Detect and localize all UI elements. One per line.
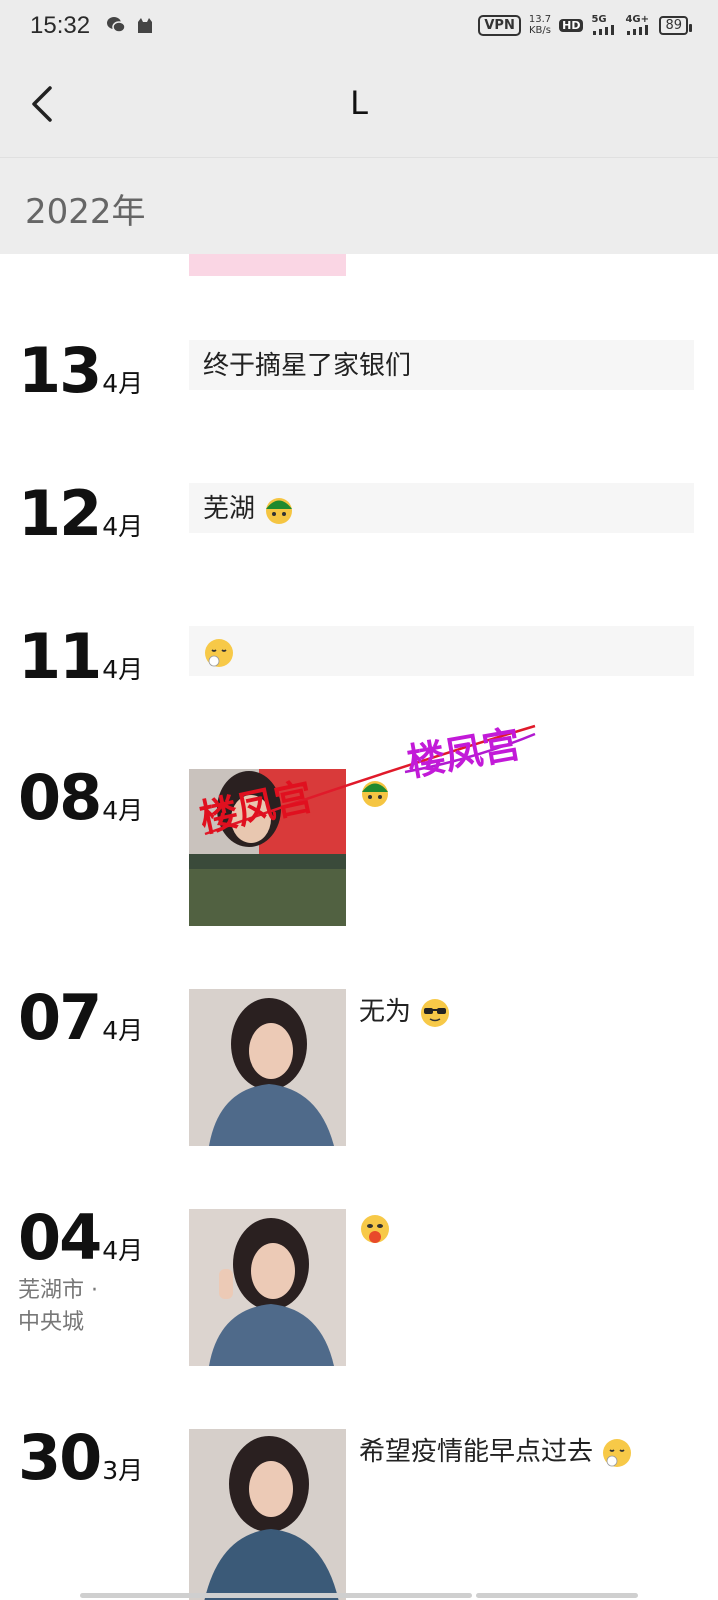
text-post-card[interactable]	[189, 626, 694, 676]
watermark-text: 楼凤宫	[404, 722, 524, 785]
month-label: 3月	[102, 1456, 144, 1485]
home-indicator-secondary[interactable]	[476, 1593, 638, 1598]
sunglasses-emoji-icon	[421, 998, 450, 1027]
status-app-icons	[106, 16, 154, 34]
nav-bar: L	[0, 54, 718, 158]
date-label: 303月	[18, 1427, 143, 1489]
month-label: 4月	[102, 1016, 144, 1045]
text-post-card[interactable]: 芜湖	[189, 483, 694, 533]
day-number: 13	[18, 334, 102, 407]
month-label: 4月	[102, 512, 144, 541]
day-number: 08	[18, 761, 102, 834]
day-number: 11	[18, 620, 102, 693]
network-speed: 13.7 KB/s	[528, 14, 552, 36]
home-indicator[interactable]	[80, 1593, 472, 1598]
moments-feed[interactable]: 134月 终于摘星了家银们 124月 芜湖 114月 084月 楼凤宫 楼凤宫 …	[0, 254, 718, 1600]
date-label: 074月	[18, 987, 143, 1049]
date-label: 084月	[18, 767, 143, 829]
pensive-emoji-icon	[603, 1438, 632, 1467]
post-photo[interactable]	[189, 1209, 346, 1366]
date-label: 134月	[18, 340, 143, 402]
vpn-badge: VPN	[478, 14, 521, 36]
post-caption: 希望疫情能早点过去	[359, 1431, 633, 1469]
date-label: 114月	[18, 626, 143, 688]
year-label: 2022年	[25, 192, 146, 232]
previous-entry-thumbnail[interactable]	[189, 254, 346, 276]
wechat-icon	[107, 17, 126, 33]
hand-over-mouth-emoji-icon	[361, 1215, 389, 1243]
watermark-overlay: 楼凤宫 楼凤宫	[196, 722, 536, 841]
status-time: 15:32	[30, 12, 91, 39]
post-caption: 无为	[359, 991, 451, 1029]
date-label: 044月	[18, 1207, 143, 1269]
location-label[interactable]: 芜湖市 · 中央城	[18, 1275, 98, 1339]
cat-app-icon	[138, 18, 152, 33]
turtle-emoji-icon	[266, 497, 293, 524]
battery-icon: 89	[659, 15, 692, 35]
month-label: 4月	[102, 1236, 144, 1265]
day-number: 12	[18, 477, 102, 550]
post-photo[interactable]	[189, 989, 346, 1146]
day-number: 07	[18, 981, 102, 1054]
watermark-text: 楼凤宫	[196, 774, 317, 841]
year-header: 2022年	[0, 158, 718, 254]
signal-5g-icon: 5G	[591, 15, 617, 35]
pensive-emoji-icon	[205, 638, 233, 667]
hd-badge: HD	[559, 18, 584, 32]
date-label: 124月	[18, 483, 143, 545]
post-text: 终于摘星了家银们	[203, 351, 412, 381]
selfie-photo	[189, 989, 346, 1146]
text-post-card[interactable]: 终于摘星了家银们	[189, 340, 694, 390]
page-title: L	[350, 84, 368, 122]
month-label: 4月	[102, 655, 144, 684]
day-number: 04	[18, 1201, 102, 1274]
status-indicators: VPN 13.7 KB/s HD 5G 4G+ 89	[478, 14, 692, 36]
day-number: 30	[18, 1421, 102, 1494]
post-text: 芜湖	[203, 494, 256, 524]
month-label: 4月	[102, 796, 144, 825]
post-photo[interactable]	[189, 1429, 346, 1600]
status-bar: 15:32 VPN 13.7 KB/s HD 5G 4G+ 89	[0, 0, 718, 54]
selfie-photo	[189, 1429, 346, 1600]
selfie-photo	[189, 1209, 346, 1366]
month-label: 4月	[102, 369, 144, 398]
signal-4g-icon: 4G+	[625, 15, 651, 35]
